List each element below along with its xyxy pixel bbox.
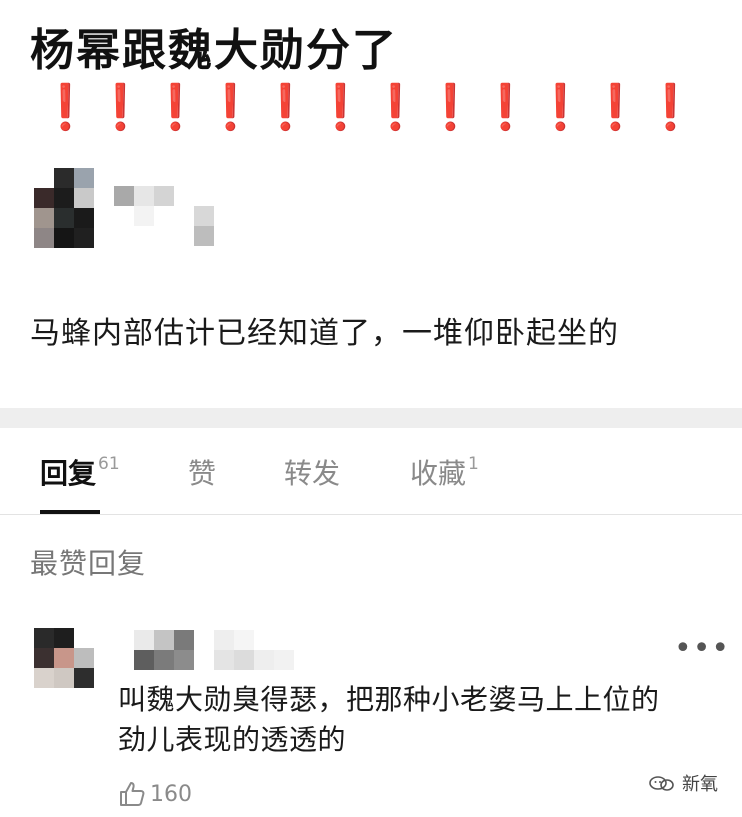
- section-divider: [0, 408, 742, 428]
- tab-favorites[interactable]: 收藏 1: [410, 452, 479, 492]
- post-body: 马蜂内部估计已经知道了，一堆仰卧起坐的: [30, 316, 619, 351]
- tab-reposts[interactable]: 转发: [284, 452, 340, 492]
- tab-bar: 回复 61 赞 转发 收藏 1: [0, 440, 742, 515]
- reply-text-line: 劲儿表现的透透的: [118, 723, 347, 756]
- tab-favorites-label: 收藏: [410, 457, 467, 490]
- tab-likes[interactable]: 赞: [188, 452, 216, 492]
- more-icon[interactable]: •••: [674, 634, 730, 664]
- tab-likes-label: 赞: [188, 457, 217, 490]
- exclamation-icon: ❗: [258, 82, 313, 133]
- reply-author-name[interactable]: [114, 630, 294, 670]
- reply-avatar[interactable]: [34, 628, 94, 688]
- watermark-logo-icon: [649, 776, 674, 791]
- reply-text: 叫魏大勋臭得瑟，把那种小老婆马上上位的 劲儿表现的透透的: [118, 680, 718, 760]
- tab-replies[interactable]: 回复 61: [40, 452, 120, 492]
- tab-favorites-count: 1: [468, 454, 479, 474]
- exclamation-icon: ❗: [368, 82, 423, 133]
- author-name[interactable]: [114, 186, 214, 246]
- reply-text-line: 叫魏大勋臭得瑟，把那种小老婆马上上位的: [118, 683, 660, 716]
- exclamation-icon: ❗: [203, 82, 258, 133]
- exclamation-icon: ❗: [423, 82, 478, 133]
- active-tab-indicator: [40, 510, 100, 514]
- exclamation-icon: ❗: [533, 82, 588, 133]
- tab-reposts-label: 转发: [284, 457, 341, 490]
- author-avatar[interactable]: [34, 168, 94, 248]
- exclamation-icon: ❗: [93, 82, 148, 133]
- tab-replies-count: 61: [98, 454, 120, 474]
- tab-replies-label: 回复: [40, 457, 97, 490]
- exclamation-icon: ❗: [588, 82, 643, 133]
- exclamation-icon: ❗: [478, 82, 533, 133]
- exclamation-row: ❗ ❗ ❗ ❗ ❗ ❗ ❗ ❗ ❗ ❗ ❗ ❗: [38, 86, 698, 130]
- like-count: 160: [150, 781, 192, 807]
- exclamation-icon: ❗: [643, 82, 698, 133]
- exclamation-icon: ❗: [148, 82, 203, 133]
- section-label-top-replies: 最赞回复: [30, 547, 147, 580]
- exclamation-icon: ❗: [313, 82, 368, 133]
- post-title: 杨幂跟魏大勋分了: [30, 25, 398, 76]
- watermark-text: 新氧: [682, 774, 718, 795]
- watermark: 新氧: [648, 770, 718, 796]
- thumbs-up-icon: [120, 782, 145, 806]
- exclamation-icon: ❗: [38, 82, 93, 133]
- like-button[interactable]: 160: [118, 780, 192, 808]
